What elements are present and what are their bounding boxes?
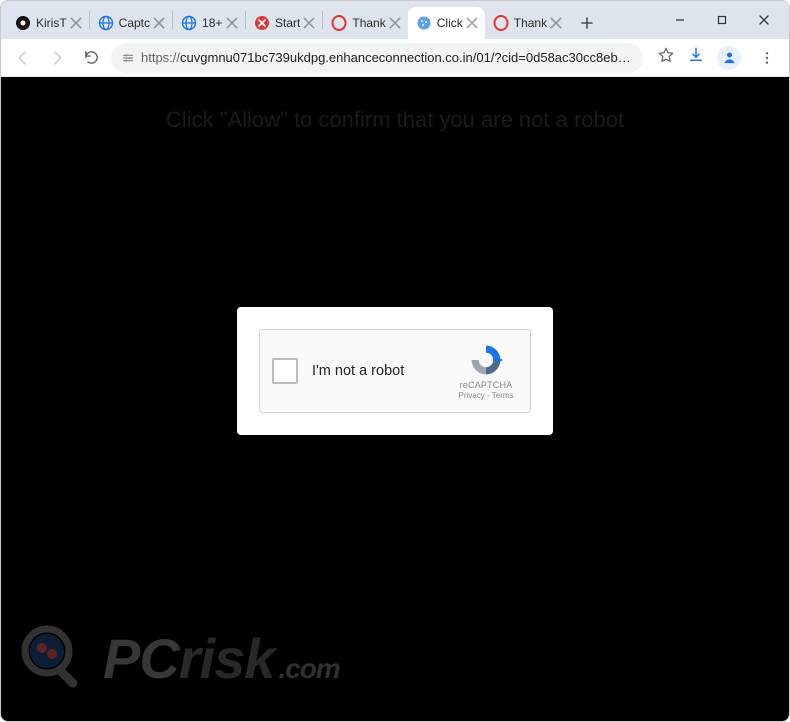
recaptcha-label: I'm not a robot [312,363,454,379]
tab-5-active[interactable]: Click [408,7,485,39]
recaptcha-checkbox[interactable] [272,358,298,384]
close-icon[interactable] [302,16,316,30]
captcha-card: I'm not a robot reCAPTCHA Privacy - Term… [237,307,553,435]
maximize-button[interactable] [703,6,741,34]
favicon-opera-icon [493,15,509,31]
tab-6[interactable]: Thank [485,7,569,39]
close-icon[interactable] [152,16,166,30]
url-text: cuvgmnu071bc739ukdpg.enhanceconnection.c… [180,50,633,65]
toolbar: https://cuvgmnu071bc739ukdpg.enhanceconn… [1,39,789,77]
close-icon [758,14,770,26]
favicon-cookie-icon [416,15,432,31]
favicon-opera-icon [331,15,347,31]
minimize-button[interactable] [661,6,699,34]
tab-title: 18+ [202,16,223,30]
close-window-button[interactable] [745,6,783,34]
new-tab-button[interactable] [573,9,601,37]
forward-button[interactable] [43,44,71,72]
page-content: Click "Allow" to confirm that you are no… [1,77,789,721]
recaptcha-links[interactable]: Privacy - Terms [454,391,518,400]
close-icon[interactable] [465,16,479,30]
favicon-globe-icon [98,15,114,31]
watermark: PCrisk.com [19,623,340,693]
tab-title: Start [275,16,300,30]
downloads-button[interactable] [687,46,705,69]
tab-4[interactable]: Thank [323,7,407,39]
recaptcha-brand-name: reCAPTCHA [454,380,518,390]
arrow-left-icon [14,49,32,67]
watermark-pc: PC [103,626,179,691]
bookmark-button[interactable] [657,46,675,69]
url-scheme: https:// [141,50,180,65]
recaptcha-widget[interactable]: I'm not a robot reCAPTCHA Privacy - Term… [259,329,531,413]
tab-strip: KirisT Captc 18+ [7,1,651,39]
close-icon[interactable] [388,16,402,30]
maximize-icon [716,14,728,26]
tab-title: Thank [514,16,547,30]
close-icon[interactable] [69,16,83,30]
menu-button[interactable] [753,44,781,72]
tab-title: Thank [352,16,385,30]
close-icon[interactable] [225,16,239,30]
address-bar[interactable]: https://cuvgmnu071bc739ukdpg.enhanceconn… [111,43,643,73]
profile-button[interactable] [717,46,741,70]
window-controls [651,1,789,39]
tab-3[interactable]: Start [246,7,322,39]
watermark-dotcom: .com [278,653,339,685]
tab-0[interactable]: KirisT [7,7,89,39]
tab-2[interactable]: 18+ [173,7,245,39]
tab-title: KirisT [36,16,67,30]
star-icon [657,46,675,64]
minimize-icon [674,14,686,26]
kebab-icon [759,50,775,66]
page-headline: Click "Allow" to confirm that you are no… [1,107,789,133]
reload-icon [83,49,100,66]
magnifier-bug-icon [19,623,89,693]
watermark-risk: risk [179,626,275,691]
arrow-right-icon [48,49,66,67]
tab-title: Click [437,16,463,30]
toolbar-actions [657,44,781,72]
download-icon [687,46,705,64]
plus-icon [580,16,594,30]
titlebar: KirisT Captc 18+ [1,1,789,39]
watermark-text: PCrisk.com [103,626,340,691]
reload-button[interactable] [77,44,105,72]
recaptcha-brand: reCAPTCHA Privacy - Terms [454,342,518,400]
back-button[interactable] [9,44,37,72]
favicon-globe-icon [181,15,197,31]
browser-window: KirisT Captc 18+ [0,0,790,722]
favicon-dot-icon [15,15,31,31]
tab-title: Captc [119,16,150,30]
tune-icon [121,51,135,65]
favicon-stop-icon [254,15,270,31]
close-icon[interactable] [549,16,563,30]
tab-1[interactable]: Captc [90,7,172,39]
recaptcha-logo-icon [468,342,504,378]
person-icon [722,50,737,65]
